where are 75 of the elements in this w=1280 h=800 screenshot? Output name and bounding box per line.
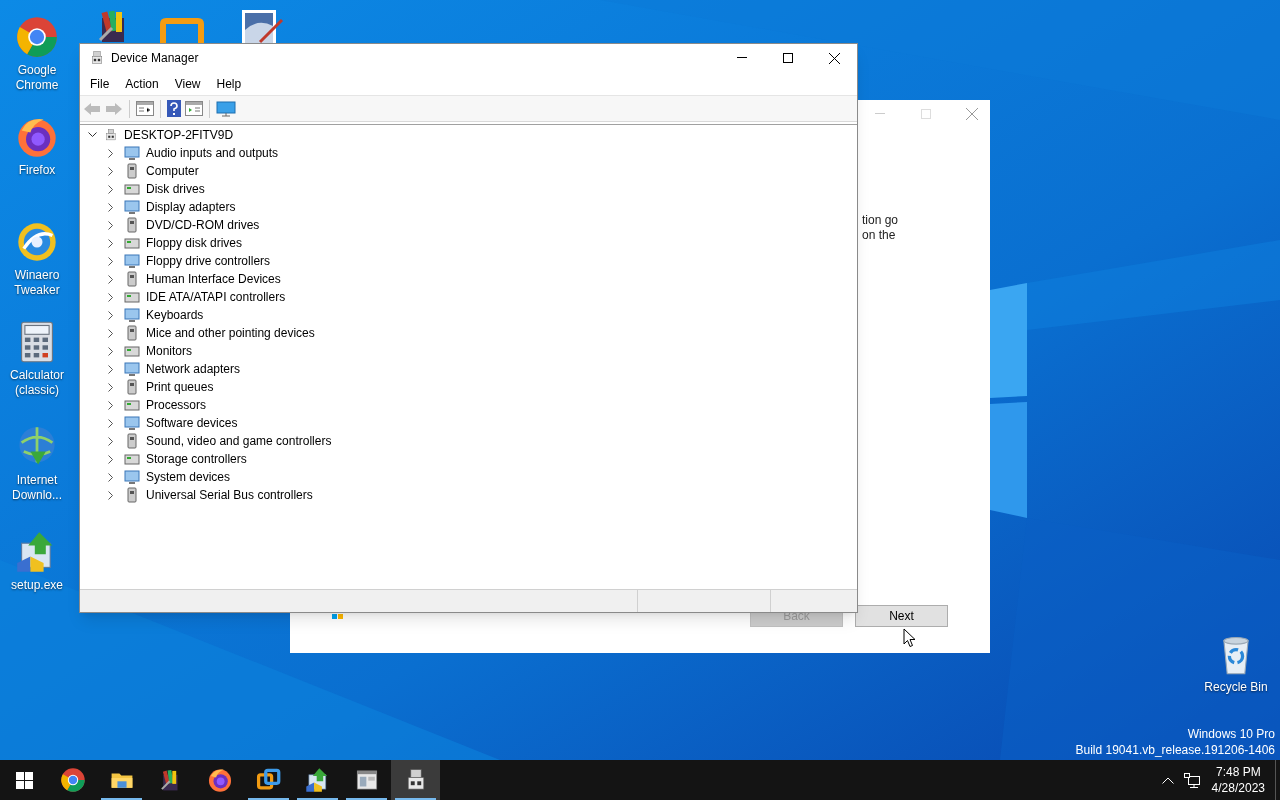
- menu-item[interactable]: Action: [117, 74, 167, 93]
- device-icon: [124, 397, 140, 413]
- device-icon: [124, 469, 140, 485]
- minimize-icon[interactable]: [737, 57, 747, 59]
- os-version-text: Windows 10 Pro: [1187, 726, 1275, 742]
- device-icon: [124, 415, 140, 431]
- device-icon: [124, 379, 140, 395]
- tree-item[interactable]: Software devices: [146, 414, 238, 432]
- action-pane-icon[interactable]: [185, 101, 203, 116]
- help-icon[interactable]: [167, 100, 181, 117]
- tree-item[interactable]: Monitors: [146, 342, 192, 360]
- tree-item[interactable]: Network adapters: [146, 360, 241, 378]
- console-tree-icon[interactable]: [136, 101, 154, 116]
- clock[interactable]: 7:48 PM 4/28/2023: [1211, 764, 1265, 796]
- monitor-icon[interactable]: [216, 100, 236, 117]
- tree-item[interactable]: Computer: [146, 162, 199, 180]
- device-icon: [124, 343, 140, 359]
- device-icon: [124, 181, 140, 197]
- tree-item[interactable]: System devices: [146, 468, 231, 486]
- device-icon: [124, 487, 140, 503]
- maximize-icon[interactable]: [783, 53, 793, 63]
- device-icon: [124, 361, 140, 377]
- desktop-icon-label[interactable]: Recycle Bin: [1204, 680, 1268, 695]
- menu-item[interactable]: Help: [208, 74, 250, 93]
- device-icon: [124, 451, 140, 467]
- os-version-text: Build 19041.vb_release.191206-1406: [1075, 742, 1275, 758]
- device-icon: [124, 289, 140, 305]
- taskbar-button[interactable]: [391, 760, 440, 800]
- pointer-icon: [903, 628, 916, 648]
- tree-item[interactable]: Floppy disk drives: [146, 234, 243, 252]
- tree-item[interactable]: Mice and other pointing devices: [146, 324, 315, 342]
- desktop-icon-label[interactable]: Internet Downlo...: [2, 473, 72, 503]
- tree-item[interactable]: DESKTOP-2FITV9D: [124, 126, 234, 144]
- device-icon: [124, 325, 140, 341]
- tree-item[interactable]: Storage controllers: [146, 450, 247, 468]
- tree-item[interactable]: Print queues: [146, 378, 214, 396]
- tree-item[interactable]: Human Interface Devices: [146, 270, 281, 288]
- fox-logo-icon[interactable]: [206, 767, 233, 793]
- tree-item[interactable]: Universal Serial Bus controllers: [146, 486, 313, 504]
- device-icon: [124, 217, 140, 233]
- desktop-icon-label[interactable]: setup.exe: [10, 578, 63, 593]
- tree-item[interactable]: Keyboards: [146, 306, 204, 324]
- instruction-text: tion go: [862, 213, 899, 228]
- desktop-icon-label[interactable]: Firefox: [18, 163, 56, 178]
- desktop-icon-label[interactable]: Winaero Tweaker: [2, 268, 72, 298]
- windows-start-icon[interactable]: [15, 771, 33, 789]
- picture-edit-icon[interactable]: [240, 8, 284, 44]
- device-icon: [124, 145, 140, 161]
- tree-item[interactable]: Audio inputs and outputs: [146, 144, 279, 162]
- menu-item[interactable]: File: [82, 74, 118, 93]
- tree-item[interactable]: DVD/CD-ROM drives: [146, 216, 260, 234]
- desktop-icon-label[interactable]: Calculator (classic): [2, 368, 72, 398]
- tree-item[interactable]: Display adapters: [146, 198, 236, 216]
- browser-logo-icon[interactable]: [59, 767, 86, 793]
- device-icon: [124, 199, 140, 215]
- tree-item[interactable]: Processors: [146, 396, 207, 414]
- close-icon[interactable]: [828, 52, 840, 64]
- tree-item[interactable]: Disk drives: [146, 180, 205, 198]
- device-icon: [124, 163, 140, 179]
- tree-item[interactable]: Floppy drive controllers: [146, 252, 271, 270]
- wizard-button[interactable]: Next: [855, 605, 948, 627]
- desktop-icon-label[interactable]: Google Chrome: [2, 63, 72, 93]
- device-icon: [124, 307, 140, 323]
- device-manager-icon: [89, 50, 105, 66]
- device-icon: [124, 271, 140, 287]
- device-icon: [124, 433, 140, 449]
- menu-item[interactable]: View: [166, 74, 209, 93]
- device-icon: [124, 253, 140, 269]
- computer-icon: [104, 128, 118, 142]
- window-title: Device Manager: [111, 50, 199, 67]
- device-icon: [124, 235, 140, 251]
- tree-item[interactable]: IDE ATA/ATAPI controllers: [146, 288, 286, 306]
- tree-item[interactable]: Sound, video and game controllers: [146, 432, 332, 450]
- instruction-text: on the: [862, 228, 897, 243]
- swirl-logo-icon[interactable]: [15, 220, 59, 264]
